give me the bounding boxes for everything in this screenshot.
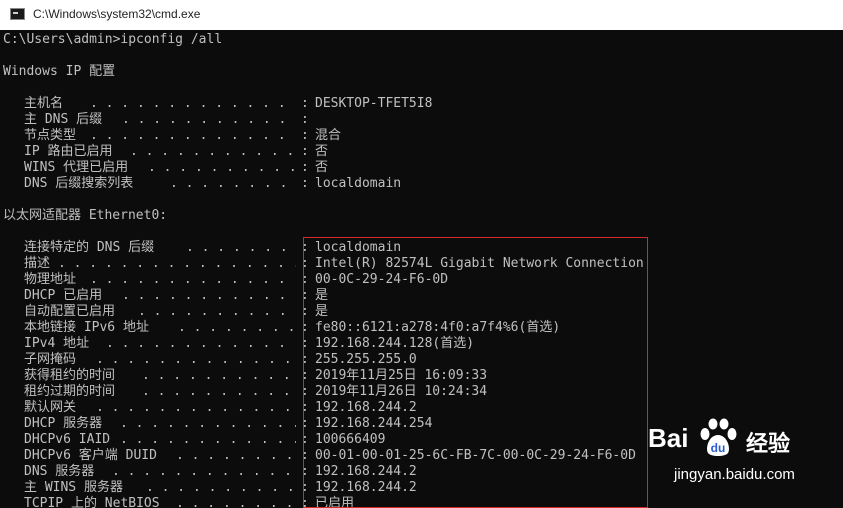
adapter-label: TCPIP 上的 NetBIOS [24, 496, 160, 508]
global-label: 主 DNS 后缀 [24, 112, 103, 127]
adapter-label: 获得租约的时间 [24, 368, 116, 383]
section-windows-ip: Windows IP 配置 [3, 64, 116, 79]
dot-leader: . . . . . . . . . . . . . . . . . . . . [122, 112, 296, 127]
section-adapter: 以太网适配器 Ethernet0: [3, 208, 168, 223]
adapter-label: 连接特定的 DNS 后缀 [24, 240, 155, 255]
dot-leader: . . . . . . . . . . . . . . . . . . . . [178, 320, 296, 335]
adapter-label: DHCP 服务器 [24, 416, 103, 431]
adapter-label: 物理地址 [24, 272, 77, 287]
adapter-label: IPv4 地址 [24, 336, 90, 351]
global-label: DNS 后缀搜索列表 [24, 176, 134, 191]
dot-leader: . . . . . . . . . . . . . . . . . . . . [90, 272, 296, 287]
global-label: IP 路由已启用 [24, 144, 113, 159]
adapter-label: DHCPv6 客户端 DUID [24, 448, 157, 463]
adapter-label: 描述 [24, 256, 51, 271]
global-value: 否 [315, 160, 329, 175]
dot-leader: . . . . . . . . . . . . . . . . . . . . [148, 160, 296, 175]
colon: : [301, 96, 309, 111]
dot-leader: . . . . . . . . . . . . . . . . . . . . [138, 304, 296, 319]
title-bar[interactable]: C:\Windows\system32\cmd.exe [0, 0, 843, 30]
colon: : [301, 128, 309, 143]
dot-leader: . . . . . . . . . . . . . . . . . . . . [96, 352, 292, 367]
window-title: C:\Windows\system32\cmd.exe [33, 7, 201, 21]
adapter-label: 自动配置已启用 [24, 304, 116, 319]
adapter-label: 默认网关 [24, 400, 77, 415]
dot-leader: . . . . . . . . . . . . . . . . . . . . [96, 400, 292, 415]
dot-leader: . . . . . . . . . . . . . . . . . . . . [146, 480, 295, 495]
adapter-label: 租约过期的时间 [24, 384, 116, 399]
adapter-label: 主 WINS 服务器 [24, 480, 123, 495]
adapter-label: DHCPv6 IAID [24, 432, 111, 447]
watermark-brand-cn: 经验 [746, 431, 791, 456]
adapter-label: 子网掩码 [24, 352, 77, 367]
colon: : [301, 176, 309, 191]
adapter-label: DNS 服务器 [24, 464, 95, 479]
watermark: Bai du 经验 jingyan.baidu.com [648, 410, 843, 490]
dot-leader: . . . . . . . . . . . . . . . . . . . . [120, 416, 296, 431]
dot-leader: . . . . . . . . . . . . . . . . . . . . [176, 448, 294, 463]
dot-leader: . . . . . . . . . . . . . . . . . . . . [120, 432, 296, 447]
colon: : [301, 112, 309, 127]
dot-leader: . . . . . . . . . . . . . . . . . . . . [142, 368, 291, 383]
adapter-label: DHCP 已启用 [24, 288, 103, 303]
adapter-label: 本地链接 IPv6 地址 [24, 320, 149, 335]
colon: : [301, 144, 309, 159]
dot-leader: . . . . . . . . . . . . . . . . . . . . [130, 144, 295, 159]
cmd-icon [10, 8, 25, 20]
watermark-url: jingyan.baidu.com [674, 466, 795, 483]
global-label: 主机名 [24, 96, 64, 111]
global-value: 否 [315, 144, 329, 159]
dot-leader: . . . . . . . . . . . . . . . . . . . . [90, 96, 296, 111]
watermark-brand: Bai [648, 423, 689, 453]
dot-leader: . . . . . . . . . . . . . . . . . . . . [170, 176, 296, 191]
dot-leader: . . . . . . . . . . . . . . . . . . . . [106, 336, 296, 351]
command-prompt: C:\Users\admin>ipconfig /all [3, 32, 223, 47]
colon: : [301, 160, 309, 175]
dot-leader: . . . . . . . . . . . . . . . . . . . . … [58, 256, 296, 271]
dot-leader: . . . . . . . . . . . . . . . . . . . . [186, 240, 296, 255]
dot-leader: . . . . . . . . . . . . . . . . . . . . [122, 288, 296, 303]
global-value: 混合 [315, 128, 342, 143]
paw-icon: du [700, 418, 737, 456]
global-label: WINS 代理已启用 [24, 160, 129, 175]
global-value: localdomain [315, 176, 402, 191]
highlight-box [303, 237, 648, 508]
svg-text:du: du [711, 441, 726, 455]
global-label: 节点类型 [24, 128, 77, 143]
dot-leader: . . . . . . . . . . . . . . . . . . . . [142, 384, 291, 399]
dot-leader: . . . . . . . . . . . . . . . . . . . . [112, 464, 293, 479]
global-value: DESKTOP-TFET5I8 [315, 96, 433, 111]
dot-leader: . . . . . . . . . . . . . . . . . . . . [90, 128, 296, 143]
dot-leader: . . . . . . . . . . . . . . . . . . . . [176, 496, 294, 508]
